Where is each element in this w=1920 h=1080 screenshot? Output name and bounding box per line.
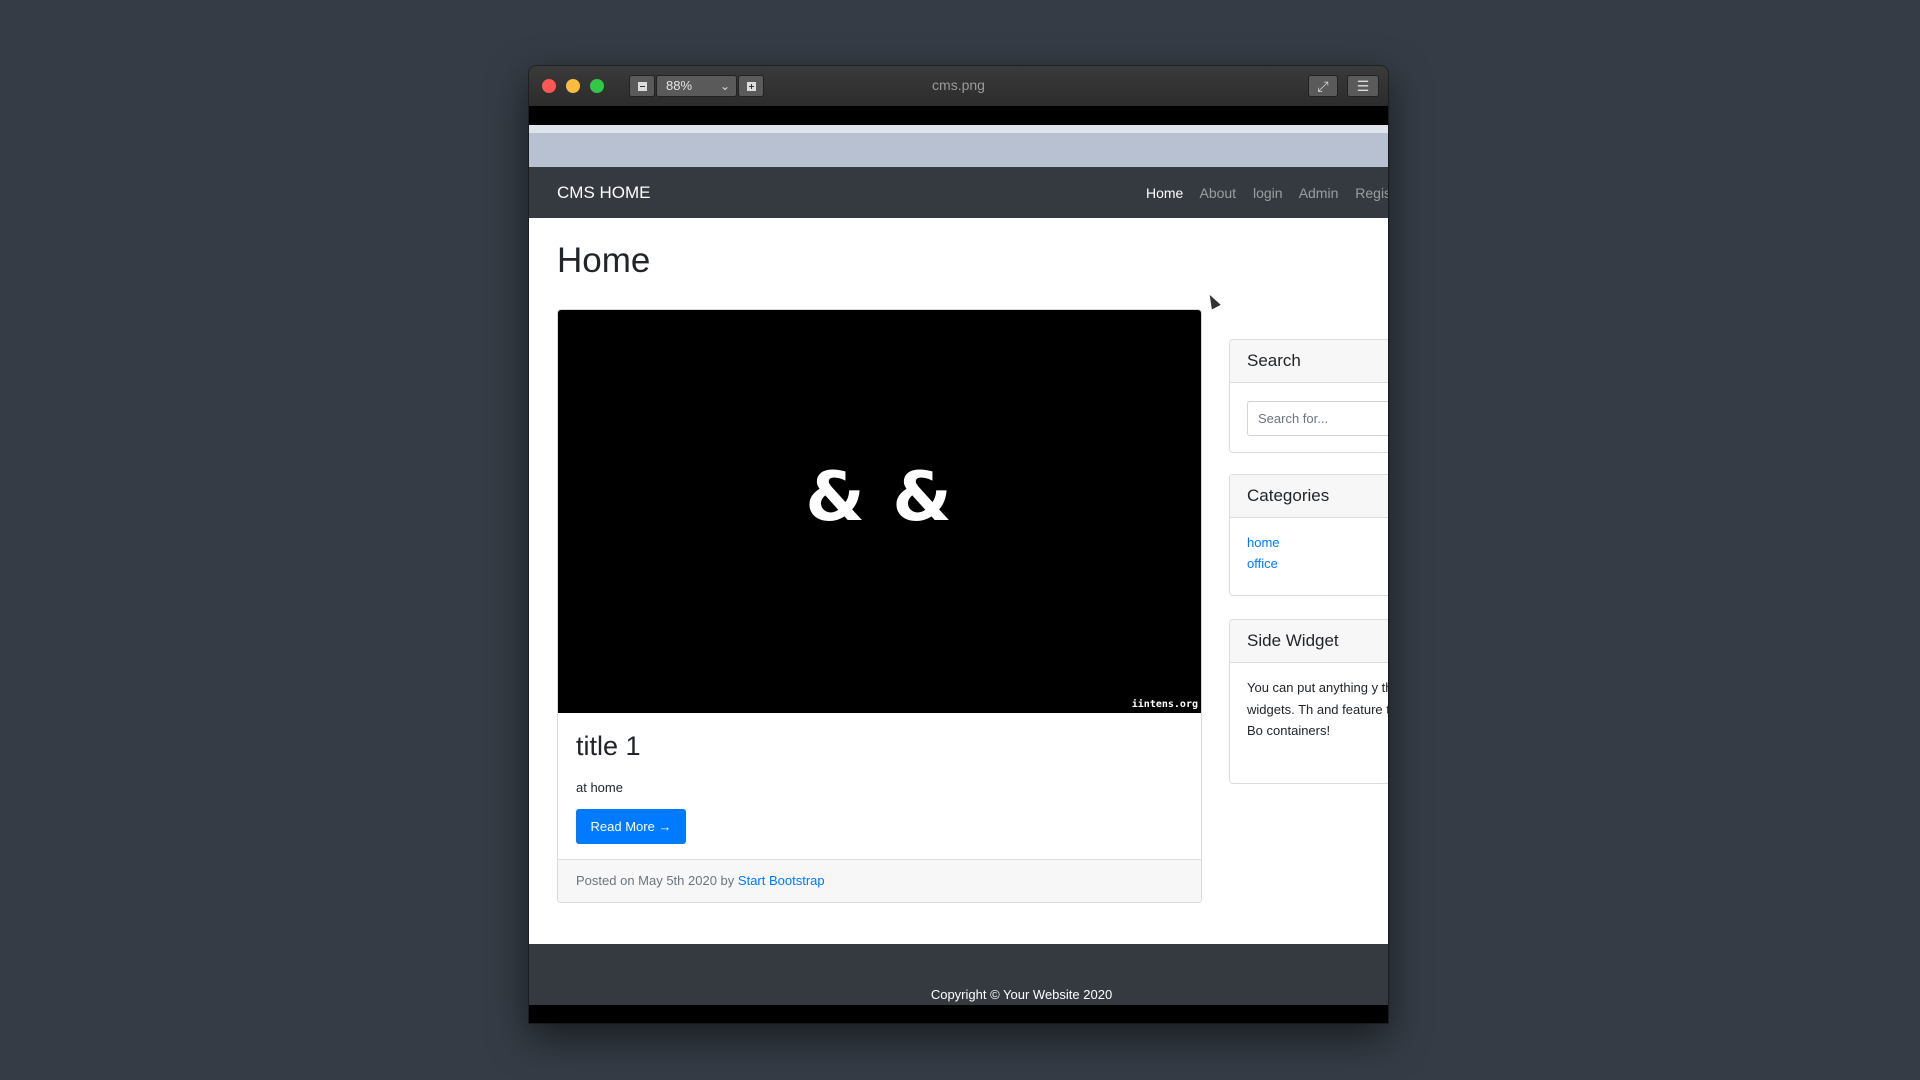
post-excerpt: at home (576, 780, 623, 795)
search-placeholder: Search for... (1258, 411, 1329, 426)
window-title: cms.png (932, 77, 985, 93)
nav-links: Home About login Admin Regis (1146, 185, 1388, 201)
post-title: title 1 (576, 731, 641, 761)
expand-icon: ⤢ (1317, 78, 1329, 94)
image-viewer-window: 88% ⌄ cms.png ⤢ ☰ CMS HOME Home About log… (529, 66, 1388, 1023)
side-widget-title: Side Widget (1230, 620, 1388, 663)
navbar-brand[interactable]: CMS HOME (557, 183, 651, 203)
nav-item-home[interactable]: Home (1146, 185, 1183, 201)
titlebar: 88% ⌄ cms.png ⤢ ☰ (529, 66, 1388, 107)
blog-post-card: & & iintens.org title 1 at home Read Mor… (557, 309, 1202, 903)
post-image-text: & & (805, 458, 954, 537)
copyright-text: Copyright © Your Website 2020 (930, 987, 1113, 1002)
navbar: CMS HOME Home About login Admin Regis (529, 167, 1388, 218)
search-widget-title: Search (1230, 340, 1388, 383)
search-widget: Search Search for... (1229, 339, 1388, 453)
side-widget: Side Widget You can put anything y these… (1229, 619, 1388, 784)
author-link[interactable]: Start Bootstrap (738, 873, 825, 888)
category-link-home[interactable]: home (1247, 532, 1388, 553)
category-link-office[interactable]: office (1247, 553, 1388, 574)
menu-button[interactable]: ☰ (1347, 75, 1379, 97)
nav-item-login[interactable]: login (1253, 185, 1283, 201)
page-footer: Copyright © Your Website 2020 (529, 944, 1388, 1005)
read-more-button[interactable]: Read More → (576, 809, 686, 844)
image-canvas: CMS HOME Home About login Admin Regis Ho… (529, 106, 1388, 1023)
hamburger-icon: ☰ (1356, 78, 1370, 94)
nav-item-admin[interactable]: Admin (1299, 185, 1339, 201)
post-footer: Posted on May 5th 2020 by Start Bootstra… (558, 859, 1201, 902)
categories-list: home office (1230, 518, 1388, 588)
side-widget-body: You can put anything y these side widget… (1230, 663, 1388, 756)
nav-item-register[interactable]: Regis (1355, 185, 1388, 201)
page-title: Home (557, 241, 651, 280)
post-image: & & iintens.org (558, 310, 1201, 713)
search-input[interactable]: Search for... (1247, 401, 1388, 436)
fullscreen-button[interactable]: ⤢ (1308, 75, 1338, 97)
categories-widget: Categories home office (1229, 474, 1388, 596)
nav-item-about[interactable]: About (1199, 185, 1236, 201)
side-widget-text: You can put anything y these side widget… (1247, 680, 1388, 738)
image-watermark: iintens.org (1131, 699, 1198, 710)
webpage-screenshot: CMS HOME Home About login Admin Regis Ho… (529, 125, 1388, 1005)
top-banner (529, 125, 1388, 167)
categories-widget-title: Categories (1230, 475, 1388, 518)
post-meta: Posted on May 5th 2020 by (576, 873, 735, 888)
